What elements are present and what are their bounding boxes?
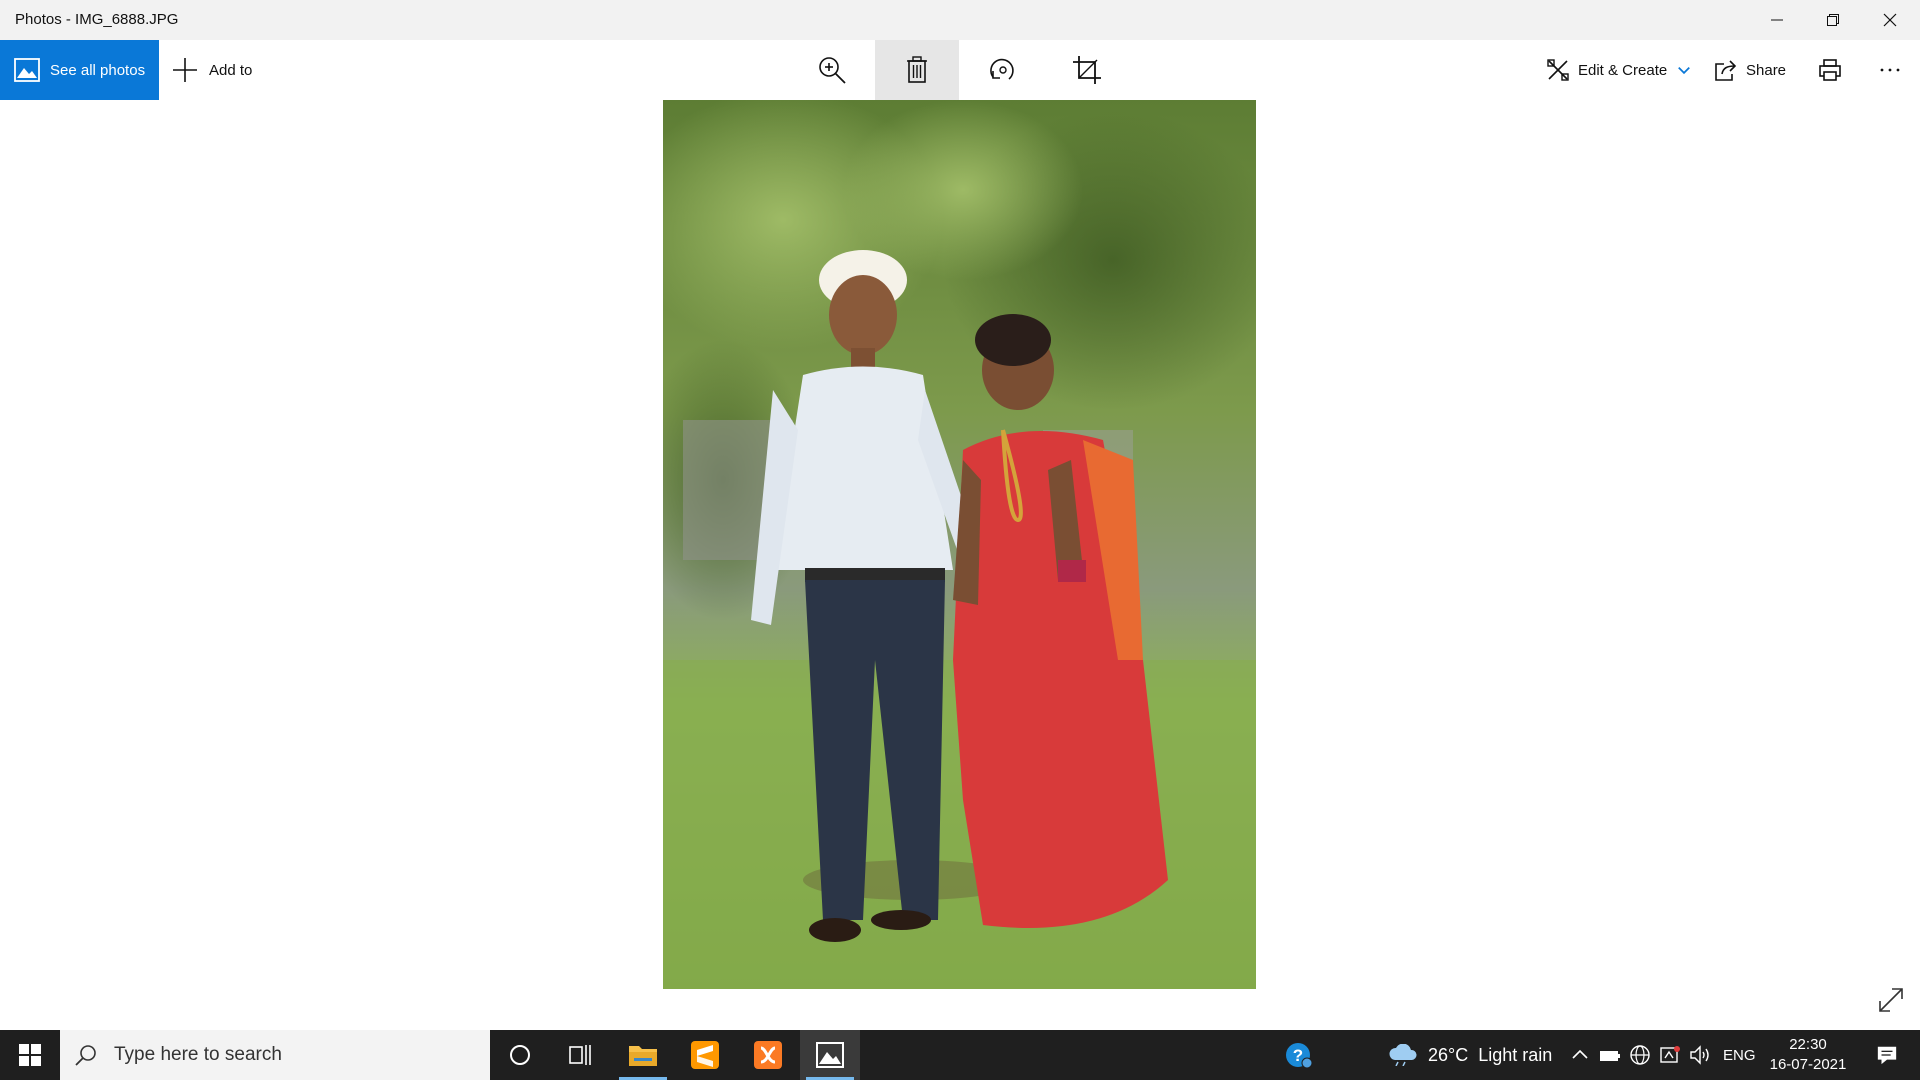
toolbar: See all photos Add to Edit & Create Shar… — [0, 40, 1920, 100]
file-explorer-taskbar-button[interactable] — [613, 1030, 673, 1080]
crop-icon — [1073, 56, 1101, 84]
zoom-in-icon — [819, 57, 846, 84]
photo-view[interactable] — [663, 100, 1256, 989]
photos-app-icon — [816, 1042, 844, 1068]
share-button[interactable]: Share — [1714, 40, 1786, 100]
taskbar-search-box[interactable]: Type here to search — [60, 1030, 490, 1080]
close-button[interactable] — [1860, 0, 1920, 40]
folder-icon — [629, 1046, 657, 1066]
battery-icon[interactable] — [1598, 1043, 1622, 1067]
delete-button[interactable] — [875, 40, 959, 100]
clock-time: 22:30 — [1789, 1036, 1827, 1053]
restore-icon — [1827, 14, 1839, 26]
sublime-text-icon — [691, 1041, 719, 1069]
crop-button[interactable] — [1045, 40, 1129, 100]
search-icon — [75, 1045, 96, 1066]
cortana-button[interactable] — [490, 1030, 550, 1080]
expand-icon — [1879, 988, 1903, 1012]
rotate-icon — [990, 58, 1014, 80]
more-icon — [1880, 68, 1900, 72]
app-tray-icon[interactable] — [1658, 1043, 1682, 1067]
close-icon — [1883, 13, 1897, 27]
chevron-down-icon — [1678, 67, 1691, 75]
restore-button[interactable] — [1803, 0, 1863, 40]
share-icon — [1715, 60, 1737, 81]
clock[interactable]: 22:30 16-07-2021 — [1766, 1035, 1850, 1075]
photo-gallery-icon — [14, 58, 40, 82]
title-bar: Photos - IMG_6888.JPG — [0, 0, 1920, 40]
print-button[interactable] — [1818, 40, 1842, 100]
expand-fullscreen-button[interactable] — [1876, 985, 1906, 1015]
search-placeholder: Type here to search — [114, 1044, 282, 1065]
xampp-icon — [754, 1041, 782, 1069]
sublime-text-taskbar-button[interactable] — [675, 1030, 735, 1080]
help-icon: ? — [1286, 1043, 1313, 1069]
window-title: Photos - IMG_6888.JPG — [15, 11, 179, 28]
zoom-button[interactable] — [790, 40, 874, 100]
clock-date: 16-07-2021 — [1769, 1056, 1847, 1073]
xampp-taskbar-button[interactable] — [738, 1030, 798, 1080]
more-options-button[interactable] — [1878, 40, 1902, 100]
edit-create-button[interactable]: Edit & Create — [1546, 40, 1691, 100]
task-view-button[interactable] — [550, 1030, 610, 1080]
cortana-icon — [510, 1045, 530, 1065]
help-tray-button[interactable]: ? — [1282, 1030, 1316, 1080]
photos-taskbar-button[interactable] — [800, 1030, 860, 1080]
photos-app-window: Photos - IMG_6888.JPG See all photos Add… — [0, 0, 1920, 1030]
minimize-button[interactable] — [1747, 0, 1807, 40]
edit-create-icon — [1547, 59, 1569, 81]
action-center-icon — [1877, 1046, 1897, 1065]
language-indicator[interactable]: ENG — [1723, 1030, 1756, 1080]
trash-icon — [907, 56, 927, 83]
chevron-up-icon[interactable] — [1568, 1043, 1592, 1067]
couple-photo-image — [663, 100, 1256, 989]
edit-create-label: Edit & Create — [1578, 61, 1668, 79]
volume-icon[interactable] — [1688, 1043, 1712, 1067]
share-label: Share — [1746, 61, 1787, 79]
cloud-rain-icon — [1389, 1044, 1417, 1066]
start-button[interactable] — [0, 1030, 60, 1080]
weather-widget[interactable]: 26°C Light rain — [1388, 1030, 1552, 1080]
network-globe-icon[interactable] — [1628, 1043, 1652, 1067]
add-to-label: Add to — [209, 61, 253, 79]
taskbar: Type here to search ? 26°C Light rain EN… — [0, 1030, 1920, 1080]
plus-icon — [173, 58, 197, 82]
minimize-icon — [1771, 19, 1783, 21]
windows-logo-icon — [19, 1044, 41, 1066]
rotate-button[interactable] — [960, 40, 1044, 100]
add-to-button[interactable]: Add to — [172, 40, 252, 100]
task-view-icon — [569, 1045, 591, 1065]
see-all-photos-button[interactable]: See all photos — [0, 40, 159, 100]
notifications-button[interactable] — [1862, 1030, 1912, 1080]
printer-icon — [1819, 59, 1841, 81]
see-all-photos-label: See all photos — [50, 61, 146, 79]
weather-text: 26°C Light rain — [1428, 1044, 1553, 1065]
